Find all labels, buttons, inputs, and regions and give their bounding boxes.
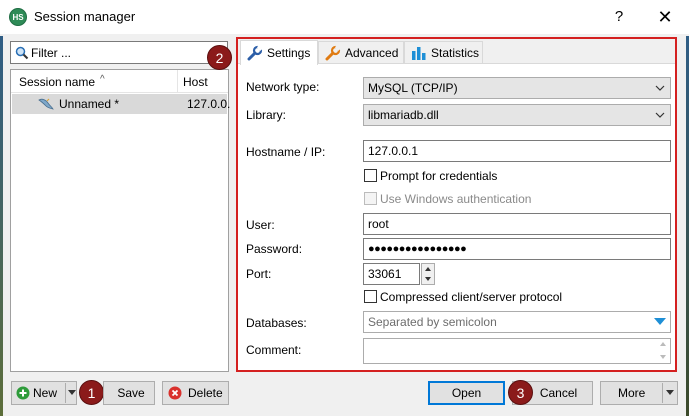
app-icon: HS <box>9 8 27 26</box>
delete-button[interactable]: Delete <box>162 381 229 405</box>
comment-textarea[interactable] <box>363 338 671 364</box>
split-divider <box>662 383 663 403</box>
network-type-select[interactable]: MySQL (TCP/IP) <box>363 77 671 99</box>
column-session-name[interactable]: Session name <box>19 75 95 89</box>
port-label: Port: <box>246 267 272 281</box>
plus-circle-icon <box>16 386 30 400</box>
library-select[interactable]: libmariadb.dll <box>363 104 671 126</box>
list-item[interactable]: Unnamed * 127.0.0. <box>12 94 231 114</box>
tab-statistics-label: Statistics <box>431 45 480 60</box>
hostname-value: 127.0.0.1 <box>368 144 419 158</box>
network-type-label: Network type: <box>246 80 320 94</box>
column-separator[interactable] <box>177 70 178 93</box>
session-name: Unnamed * <box>59 97 120 111</box>
dolphin-icon <box>38 98 54 110</box>
new-button-label: New <box>33 386 58 400</box>
dropdown-arrow-icon[interactable] <box>653 317 667 327</box>
callout-badge-1: 1 <box>79 380 104 405</box>
sort-ascending-icon: ^ <box>100 74 105 85</box>
wrench-icon <box>247 45 263 61</box>
wrench-orange-icon <box>325 44 341 60</box>
scroll-up-icon[interactable] <box>659 341 667 347</box>
more-button-label: More <box>618 386 646 400</box>
library-value: libmariadb.dll <box>368 108 439 122</box>
port-input[interactable]: 33061 <box>363 263 420 285</box>
port-spinner[interactable] <box>421 263 435 285</box>
list-header: Session name ^ Host <box>11 70 228 93</box>
scroll-down-icon[interactable] <box>659 354 667 360</box>
prompt-credentials-checkbox[interactable] <box>364 169 377 182</box>
tab-settings-label: Settings <box>267 46 311 60</box>
prompt-credentials-label: Prompt for credentials <box>380 169 498 183</box>
tab-statistics[interactable]: Statistics <box>404 41 483 63</box>
spin-up-icon[interactable] <box>424 266 432 272</box>
password-input[interactable]: ●●●●●●●●●●●●●●●● <box>363 238 671 260</box>
delete-circle-icon <box>168 386 182 400</box>
callout-badge-3: 3 <box>508 380 533 405</box>
cancel-button-label: Cancel <box>539 386 578 400</box>
new-button[interactable]: New <box>11 381 77 405</box>
session-list[interactable]: Session name ^ Host Unnamed * 127.0.0. <box>10 69 231 372</box>
more-button[interactable]: More <box>600 381 678 405</box>
title-bar: HS Session manager ? ✕ <box>0 0 689 34</box>
library-label: Library: <box>246 108 287 122</box>
search-icon <box>15 46 29 60</box>
bar-chart-icon <box>412 46 426 60</box>
desktop-edge-left <box>0 36 3 416</box>
user-label: User: <box>246 218 275 232</box>
compressed-protocol-label: Compressed client/server protocol <box>380 290 563 304</box>
filter-box[interactable] <box>10 41 228 64</box>
hostname-label: Hostname / IP: <box>246 145 326 159</box>
column-host[interactable]: Host <box>183 75 208 89</box>
chevron-down-icon[interactable] <box>666 390 674 396</box>
filter-input[interactable] <box>31 44 221 61</box>
comment-label: Comment: <box>246 343 302 357</box>
callout-badge-2: 2 <box>207 45 232 70</box>
chevron-down-icon <box>655 112 665 118</box>
open-button[interactable]: Open <box>428 381 505 405</box>
tab-advanced[interactable]: Advanced <box>318 41 404 63</box>
save-button-label: Save <box>117 386 145 400</box>
chevron-down-icon[interactable] <box>68 390 76 396</box>
databases-label: Databases: <box>246 316 307 330</box>
user-input[interactable]: root <box>363 213 671 235</box>
save-button[interactable]: Save <box>103 381 155 405</box>
databases-placeholder: Separated by semicolon <box>368 315 497 329</box>
close-button[interactable]: ✕ <box>652 4 678 30</box>
password-label: Password: <box>246 242 303 256</box>
help-button[interactable]: ? <box>606 4 632 30</box>
network-type-value: MySQL (TCP/IP) <box>368 81 458 95</box>
windows-auth-checkbox <box>364 192 377 205</box>
spin-down-icon[interactable] <box>424 276 432 282</box>
compressed-protocol-checkbox[interactable] <box>364 290 377 303</box>
hostname-input[interactable]: 127.0.0.1 <box>363 140 671 162</box>
chevron-down-icon <box>655 85 665 91</box>
databases-input[interactable]: Separated by semicolon <box>363 311 671 333</box>
delete-button-label: Delete <box>188 386 223 400</box>
tab-advanced-label: Advanced <box>345 45 399 60</box>
split-divider <box>65 383 66 403</box>
windows-auth-label: Use Windows authentication <box>380 192 532 206</box>
password-value: ●●●●●●●●●●●●●●●● <box>368 243 467 255</box>
port-value: 33061 <box>368 267 402 281</box>
tab-settings[interactable]: Settings <box>240 40 318 65</box>
open-button-label: Open <box>451 386 482 400</box>
session-host: 127.0.0. <box>187 97 231 111</box>
window-title: Session manager <box>34 9 136 24</box>
user-value: root <box>368 217 389 231</box>
